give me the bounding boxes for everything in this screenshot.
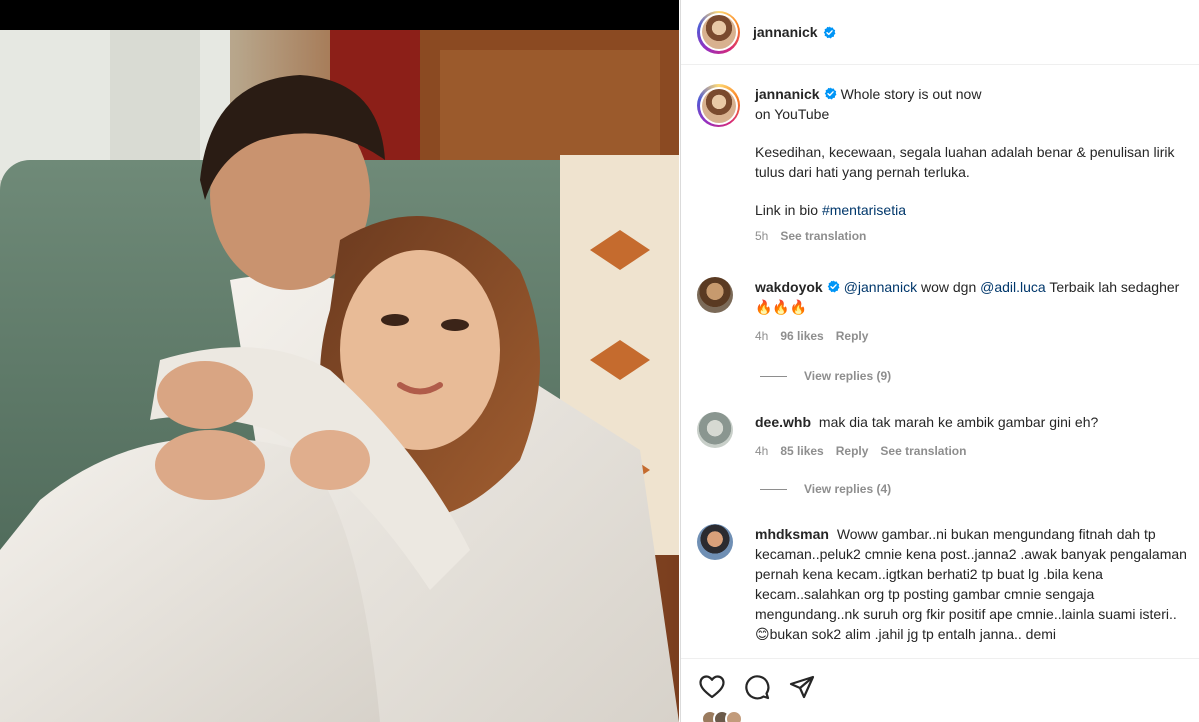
verified-badge-icon — [823, 26, 836, 38]
comment-meta: 4h 96 likes Reply — [755, 326, 1187, 346]
comment-text-part: bukan sok2 alim .jahil jg tp entalh jann… — [769, 626, 1057, 642]
verified-badge-icon — [824, 87, 837, 100]
comment-timestamp[interactable]: 4h — [755, 326, 768, 346]
author-avatar — [701, 15, 736, 49]
reply-button[interactable]: Reply — [836, 326, 869, 346]
comment-bubble-icon[interactable] — [742, 672, 772, 702]
post-photo[interactable] — [0, 30, 679, 722]
comment-text: wakdoyok @jannanick wow dgn @adil.luca Te… — [755, 277, 1187, 317]
comment-text-part: wow dgn — [920, 279, 977, 295]
caption-text-line2: on YouTube — [755, 106, 830, 122]
author-username[interactable]: jannanick — [753, 24, 818, 40]
caption-username[interactable]: jannanick — [755, 86, 820, 102]
caption-text-line1: Whole story is out now — [840, 86, 982, 102]
paper-plane-icon[interactable] — [787, 672, 817, 702]
caption-meta: 5h See translation — [755, 226, 1187, 246]
commenter-username[interactable]: mhdksman — [755, 526, 829, 542]
comment-likes-count[interactable]: 96 likes — [780, 326, 823, 346]
view-replies-button[interactable]: View replies (4) — [760, 482, 891, 496]
caption-link-prefix: Link in bio — [755, 202, 819, 218]
author-avatar — [701, 88, 736, 123]
post-photo-illustration — [0, 30, 679, 722]
commenter-username[interactable]: wakdoyok — [755, 279, 823, 295]
action-icons — [697, 672, 1199, 702]
comment-text-part: Terbaik lah sedagher — [1049, 279, 1180, 295]
commenter-avatar[interactable] — [697, 277, 735, 315]
comment-text-part: mak dia tak marah ke ambik gambar gini e… — [818, 414, 1099, 430]
post-author: jannanick — [753, 24, 836, 40]
comment-item: mhdksman Woww gambar..ni bukan mengundan… — [697, 524, 1187, 644]
replies-divider-line — [760, 375, 787, 377]
caption-timestamp[interactable]: 5h — [755, 226, 768, 246]
caption-link-line: Link in bio #mentarisetia — [755, 200, 1187, 220]
comments-list[interactable]: jannanick Whole story is out now on YouTu… — [681, 66, 1199, 658]
liked-by-avatars — [701, 710, 743, 722]
commenter-username[interactable]: dee.whb — [755, 414, 811, 430]
liker-avatar — [725, 710, 743, 722]
caption-avatar[interactable] — [697, 84, 740, 127]
caption: jannanick Whole story is out now on YouTu… — [697, 84, 1187, 246]
commenter-avatar[interactable] — [697, 412, 735, 450]
comment-item: wakdoyok @jannanick wow dgn @adil.luca Te… — [697, 277, 1187, 346]
see-translation-button[interactable]: See translation — [780, 226, 866, 246]
view-replies-label: View replies (4) — [804, 482, 892, 496]
heart-icon[interactable] — [697, 672, 727, 702]
see-translation-button[interactable]: See translation — [880, 441, 966, 461]
replies-divider-line — [760, 488, 787, 490]
commenter-avatar[interactable] — [697, 524, 735, 562]
smile-emoji: 😊 — [755, 626, 770, 642]
verified-badge-icon — [827, 280, 840, 293]
author-avatar-story-ring[interactable] — [697, 10, 740, 54]
comment-item: dee.whb mak dia tak marah ke ambik gamba… — [697, 412, 1187, 461]
reply-button[interactable]: Reply — [836, 441, 869, 461]
caption-paragraph: Kesedihan, kecewaan, segala luahan adala… — [755, 144, 1175, 180]
hashtag-link[interactable]: #mentarisetia — [822, 202, 906, 218]
comment-text: mhdksman Woww gambar..ni bukan mengundan… — [755, 524, 1187, 644]
view-replies-button[interactable]: View replies (9) — [760, 369, 891, 383]
view-replies-label: View replies (9) — [804, 369, 892, 383]
media-top-bar — [0, 0, 679, 30]
post-header: jannanick — [681, 0, 1199, 65]
post-actions-bar — [681, 658, 1199, 722]
fire-emoji: 🔥🔥🔥 — [755, 299, 808, 315]
post-media-panel — [0, 0, 679, 722]
post-side-panel: jannanick jannanick Whole story is out no… — [680, 0, 1199, 722]
comment-timestamp[interactable]: 4h — [755, 441, 768, 461]
caption-first-line: jannanick Whole story is out now — [755, 84, 1187, 104]
comment-likes-count[interactable]: 85 likes — [780, 441, 823, 461]
mention-link[interactable]: @jannanick — [844, 279, 917, 295]
comment-meta: 4h 85 likes Reply See translation — [755, 441, 1187, 461]
comment-text: dee.whb mak dia tak marah ke ambik gamba… — [755, 412, 1187, 432]
mention-link[interactable]: @adil.luca — [980, 279, 1046, 295]
